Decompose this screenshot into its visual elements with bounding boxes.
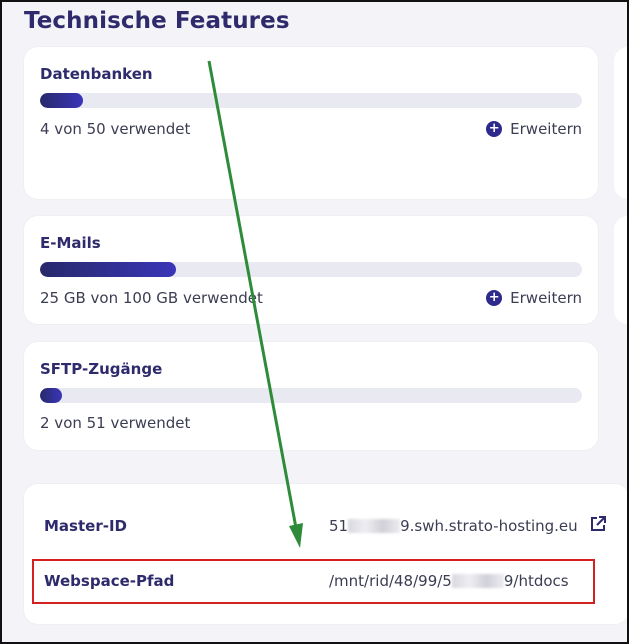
usage-bar: [40, 388, 582, 403]
side-card-1: [614, 47, 629, 199]
redacted-blur: [451, 574, 504, 588]
page-title: Technische Features: [24, 8, 290, 34]
master-id-label: Master-ID: [44, 517, 127, 535]
plus-circle-icon: +: [486, 121, 503, 137]
feature-title: Datenbanken: [40, 65, 153, 83]
usage-bar-fill: [40, 262, 176, 277]
external-link-icon[interactable]: [589, 515, 607, 533]
usage-text: 4 von 50 verwendet: [40, 120, 191, 138]
expand-label: Erweitern: [510, 289, 582, 307]
expand-label: Erweitern: [510, 120, 582, 138]
side-card-2: [614, 216, 629, 324]
webspace-prefix: /mnt/rid/48/99/5: [329, 572, 452, 590]
expand-button[interactable]: + Erweitern: [486, 120, 582, 138]
webspace-path-label: Webspace-Pfad: [44, 572, 175, 590]
usage-bar-fill: [40, 388, 62, 403]
usage-text: 2 von 51 verwendet: [40, 414, 191, 432]
master-id-prefix: 51: [329, 517, 349, 535]
master-id-suffix: 9.swh.strato-hosting.eu: [400, 517, 578, 535]
usage-bar: [40, 93, 582, 108]
feature-title: SFTP-Zugänge: [40, 360, 163, 378]
usage-text: 25 GB von 100 GB verwendet: [40, 289, 263, 307]
usage-bar: [40, 262, 582, 277]
plus-circle-icon: +: [486, 290, 503, 306]
redacted-blur: [348, 519, 401, 533]
feature-card-sftp: SFTP-Zugänge 2 von 51 verwendet: [24, 342, 598, 450]
feature-card-emails: E-Mails 25 GB von 100 GB verwendet + Erw…: [24, 216, 598, 324]
expand-button[interactable]: + Erweitern: [486, 289, 582, 307]
usage-bar-fill: [40, 93, 84, 108]
webspace-suffix: 9/htdocs: [503, 572, 569, 590]
feature-title: E-Mails: [40, 234, 101, 252]
feature-card-databases: Datenbanken 4 von 50 verwendet + Erweite…: [24, 47, 598, 199]
master-id-value[interactable]: 51 9.swh.strato-hosting.eu: [329, 517, 578, 535]
webspace-path-value: /mnt/rid/48/99/5 9/htdocs: [329, 572, 569, 590]
